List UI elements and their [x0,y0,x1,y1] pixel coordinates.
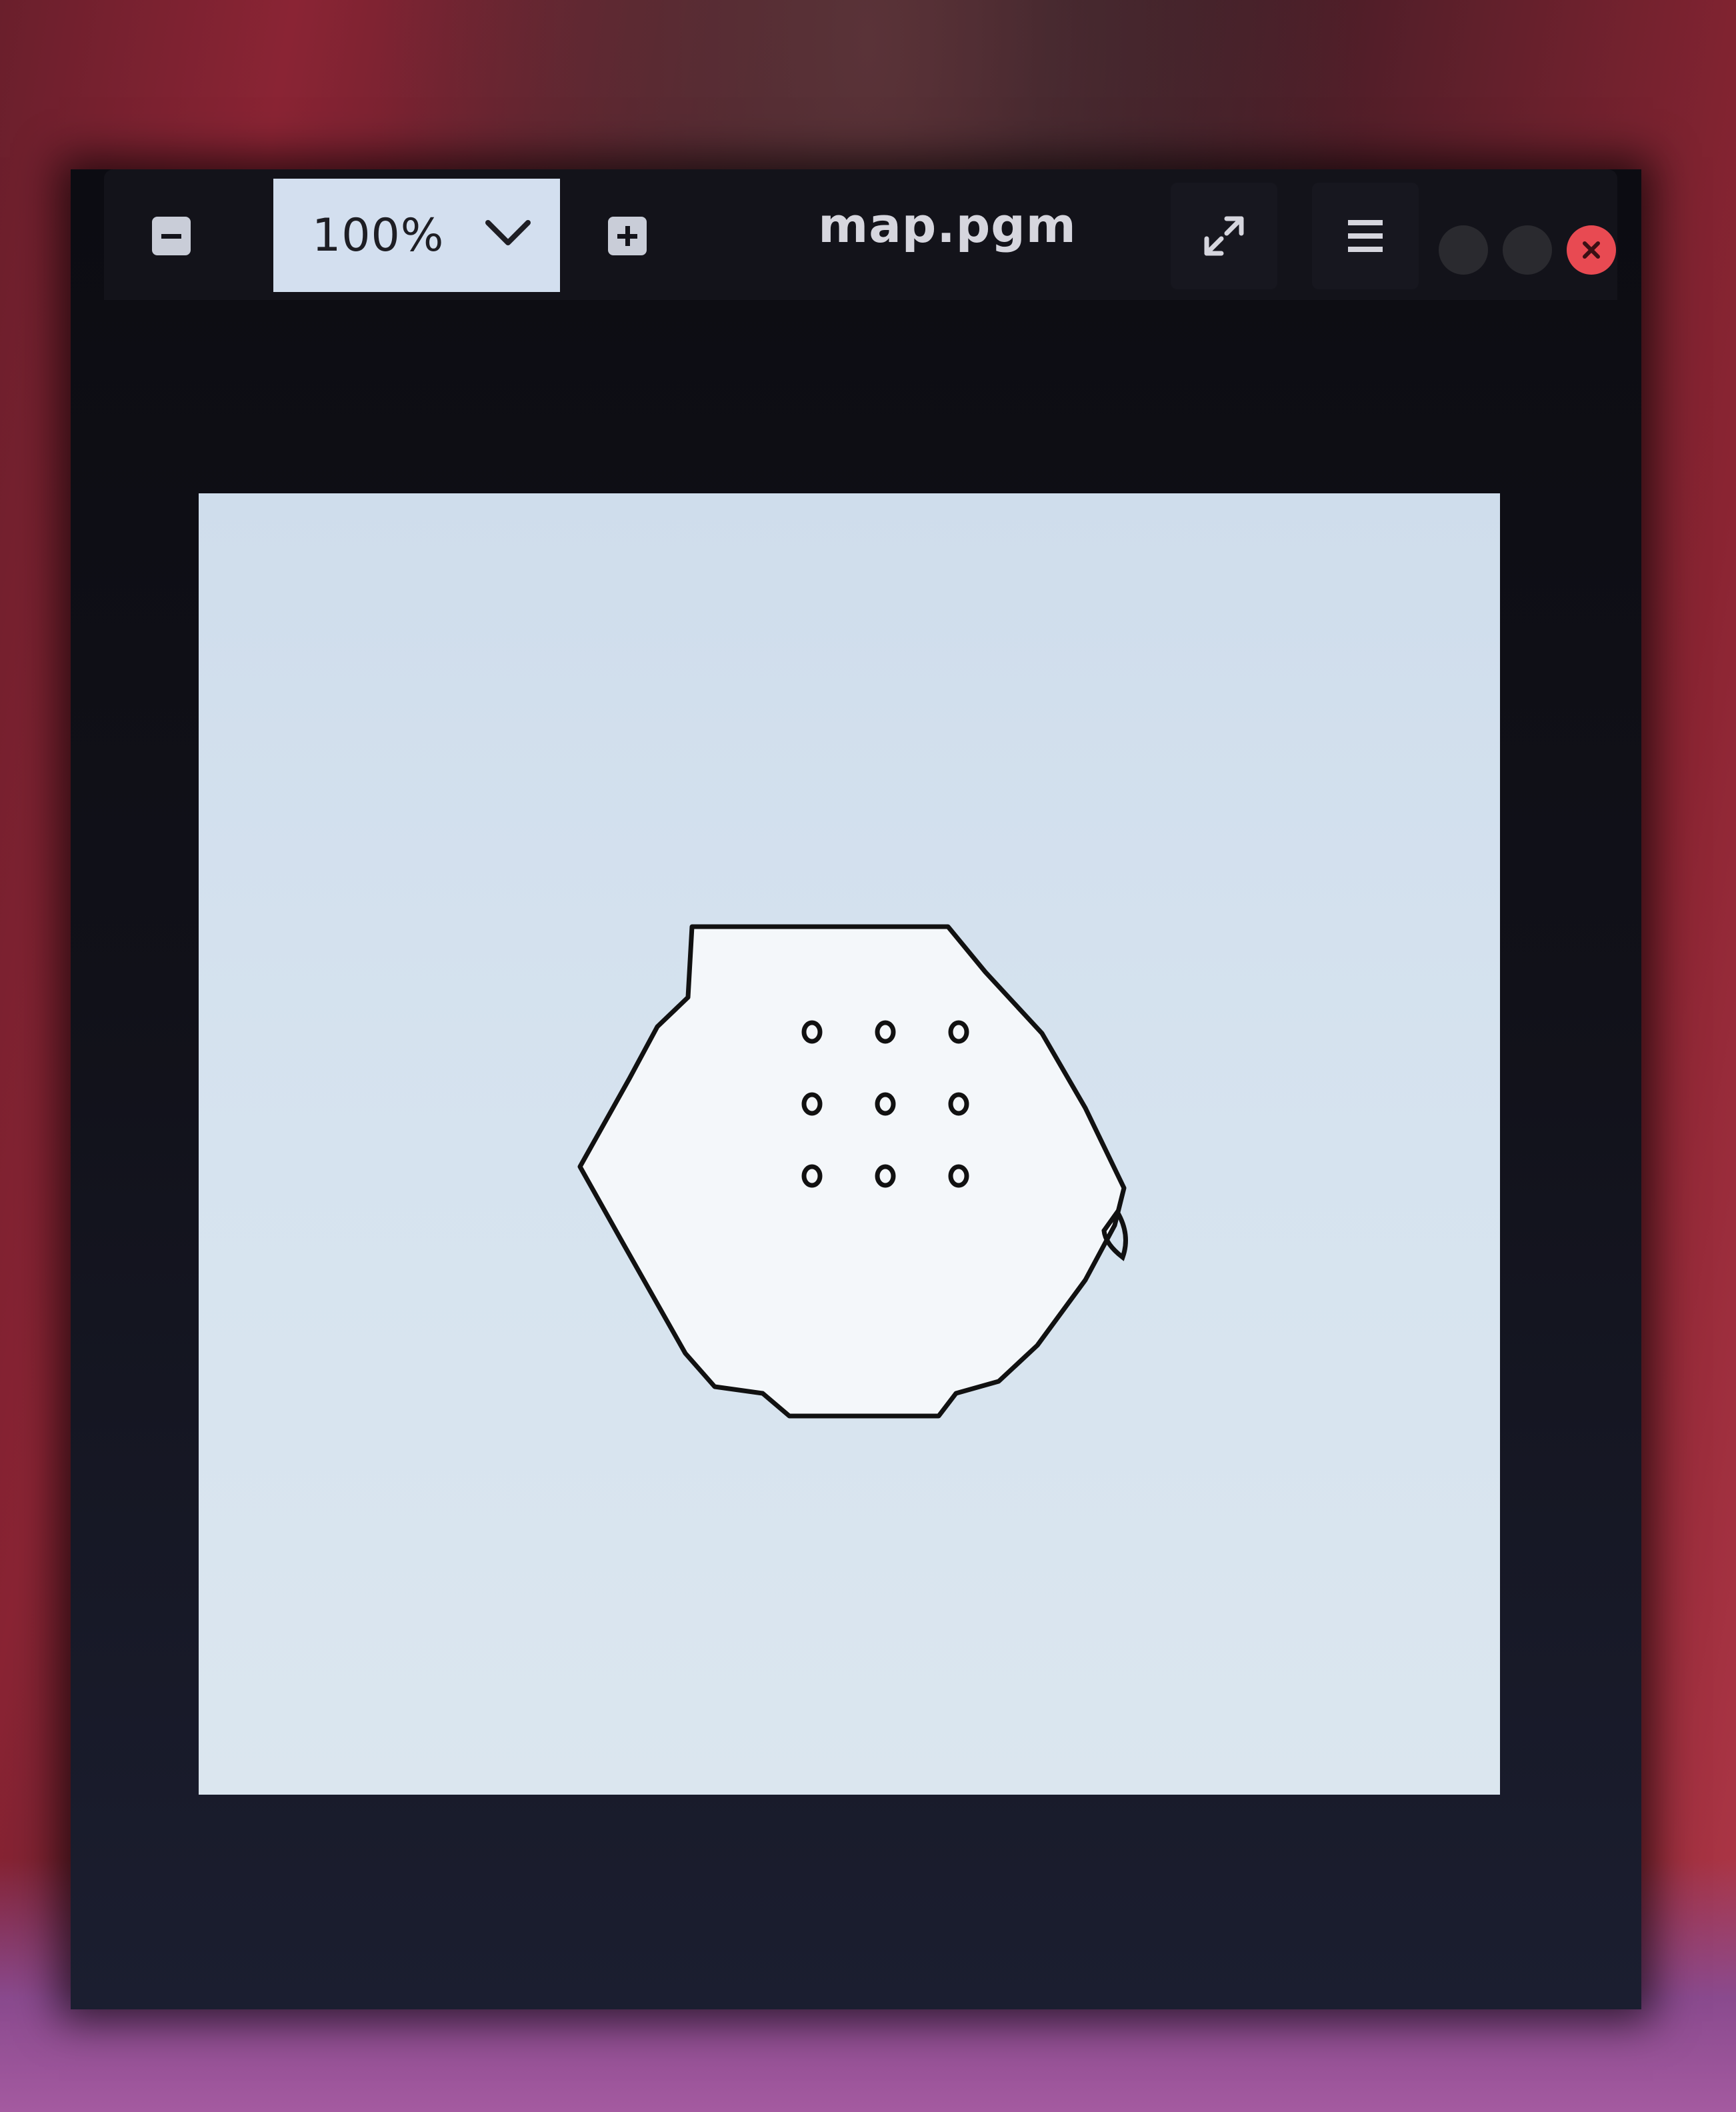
window-title: map.pgm [818,197,1077,253]
plus-square-icon [608,217,647,255]
map-boundary-outline [577,924,1127,1419]
close-button[interactable] [1567,225,1616,275]
hamburger-menu-icon [1348,220,1383,252]
minimize-button[interactable] [1439,225,1488,275]
obstacle-marker [948,1092,969,1116]
obstacle-marker [875,1020,896,1044]
zoom-level-dropdown[interactable]: 100% [273,179,560,292]
image-viewer-window: 100% map.pgm [71,169,1641,2009]
zoom-level-value: 100% [312,209,445,262]
zoom-out-button[interactable] [128,183,215,289]
obstacle-marker [948,1020,969,1044]
minus-square-icon [152,217,191,255]
fullscreen-button[interactable] [1171,183,1277,289]
header-bar: 100% map.pgm [104,169,1617,300]
fullscreen-icon [1204,216,1244,256]
obstacle-marker [948,1164,969,1188]
obstacle-marker [801,1092,823,1116]
close-icon [1583,241,1600,259]
maximize-button[interactable] [1503,225,1552,275]
chevron-down-icon [485,220,531,245]
main-menu-button[interactable] [1312,183,1419,289]
obstacle-marker [875,1092,896,1116]
occupancy-map-image [577,924,1128,1419]
obstacle-marker [875,1164,896,1188]
obstacle-marker [801,1164,823,1188]
zoom-in-button[interactable] [577,183,677,289]
obstacle-marker [801,1020,823,1044]
map-image-canvas [199,493,1500,1795]
